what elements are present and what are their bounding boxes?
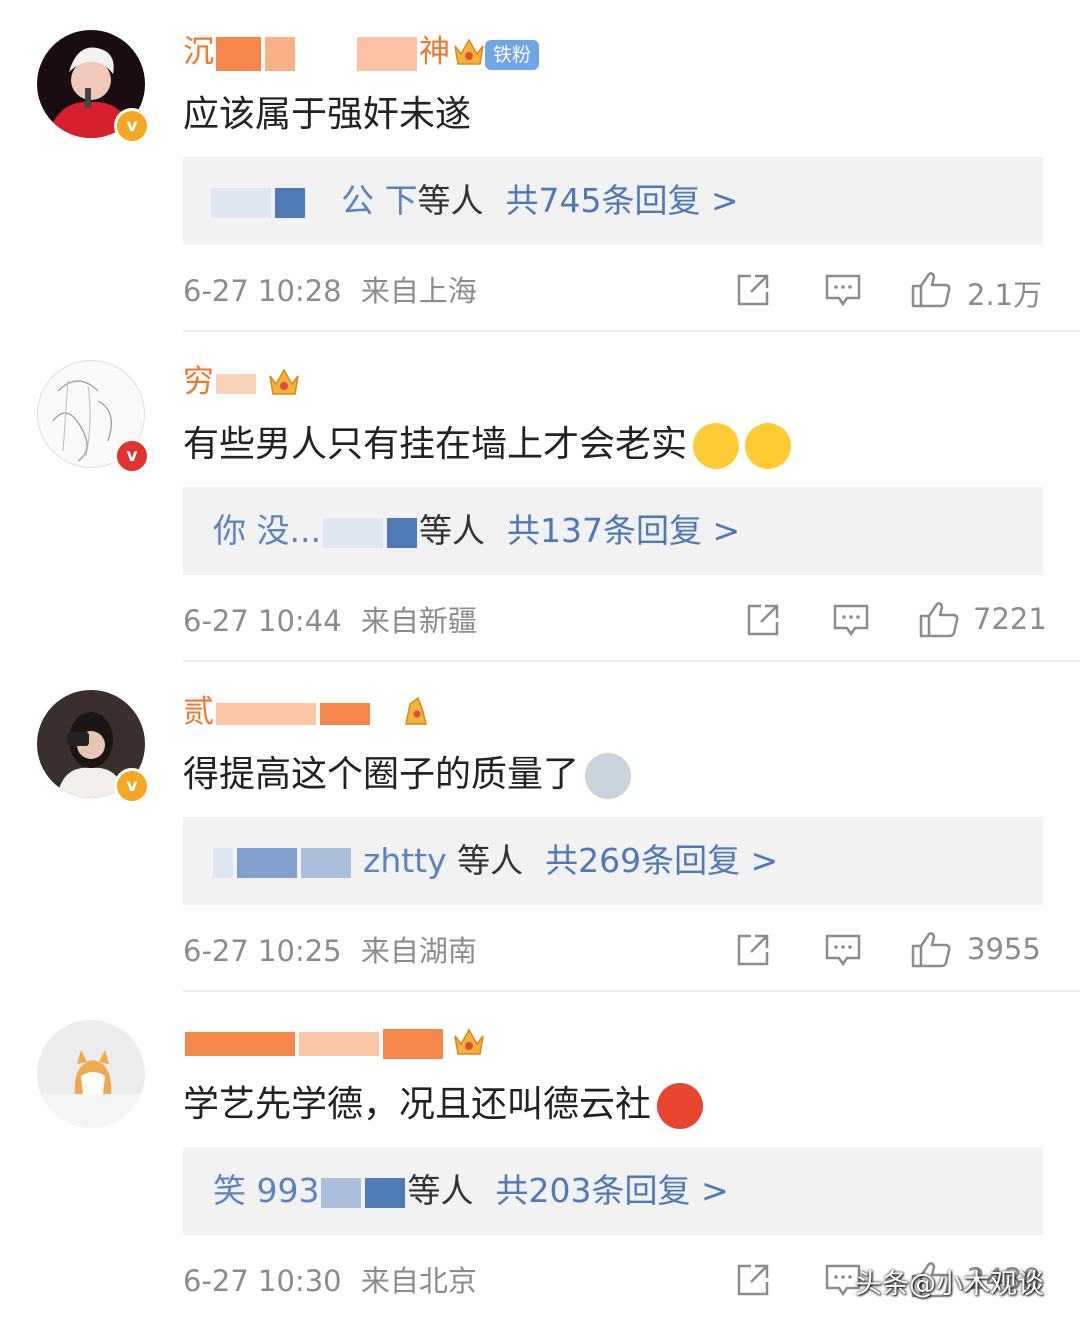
timestamp: 6-27 10:25 xyxy=(183,934,342,968)
verified-badge-icon: v xyxy=(114,438,150,474)
comment-actions: 3955 xyxy=(733,928,1053,972)
crown-icon xyxy=(454,1028,484,1055)
timestamp: 6-27 10:44 xyxy=(183,604,342,638)
reply-preview[interactable]: 笑 993 等人 共203条回复 > xyxy=(183,1147,1043,1235)
reply-count-link[interactable]: 共745条回复 > xyxy=(506,181,739,220)
share-icon[interactable] xyxy=(733,270,773,310)
reply-names[interactable]: zhtty xyxy=(363,841,447,880)
crown-icon xyxy=(269,368,299,395)
comment-item: v 穷 有些男人只有挂在墙上才会老实 你 没... 等人 共137条回复 > 6-2… xyxy=(0,330,1080,660)
comment-meta: 6-27 10:25 来自湖南 xyxy=(183,928,477,970)
username-text: 穷 xyxy=(183,364,214,400)
username-text: 贰 xyxy=(183,694,214,730)
reply-count-link[interactable]: 共269条回复 > xyxy=(545,841,778,880)
share-icon[interactable] xyxy=(733,930,773,970)
timestamp: 6-27 10:28 xyxy=(183,274,342,308)
reply-others: 等人 xyxy=(418,511,485,550)
timestamp: 6-27 10:30 xyxy=(183,1264,342,1298)
husky-emoji-icon xyxy=(585,753,632,799)
comment-text-body: 得提高这个圈子的质量了 xyxy=(183,754,580,795)
like-icon[interactable] xyxy=(909,930,953,970)
reply-names[interactable]: 笑 993 xyxy=(213,1171,319,1210)
comment-icon[interactable] xyxy=(823,930,863,970)
comment-actions: 2.1万 xyxy=(733,268,1053,312)
reply-others: 等人 xyxy=(457,841,524,880)
reply-names[interactable]: 你 没... xyxy=(213,511,321,550)
comment-item: v 贰 得提高这个圈子的质量了 zhtty 等人 共269条回复 > 6-27 1… xyxy=(0,660,1080,990)
reply-preview[interactable]: zhtty 等人 共269条回复 > xyxy=(183,817,1043,905)
location: 来自北京 xyxy=(360,1264,477,1298)
comment-text: 应该属于强奸未遂 xyxy=(183,94,472,135)
laugh-cry-emoji-icon xyxy=(693,423,740,469)
share-icon[interactable] xyxy=(733,1260,773,1300)
reply-count-link[interactable]: 共137条回复 > xyxy=(507,511,740,550)
comment-actions: 7221 xyxy=(733,598,1053,642)
username[interactable]: 穷 xyxy=(183,362,258,402)
comment-item: v 沉 神 沉神 铁粉 应该属于强奸未遂 公 下等人共745条回复 > 6-27… xyxy=(0,0,1080,330)
share-icon[interactable] xyxy=(743,600,783,640)
comment-icon[interactable] xyxy=(823,270,863,310)
crown-icon xyxy=(405,696,427,725)
comment-text-body: 有些男人只有挂在墙上才会老实 xyxy=(183,424,688,465)
reply-others: 等人 xyxy=(417,181,484,220)
location: 来自上海 xyxy=(360,274,477,308)
like-icon[interactable] xyxy=(909,270,953,310)
username[interactable]: 沉 神 沉神 xyxy=(183,32,450,72)
laugh-cry-emoji-icon xyxy=(745,423,792,469)
comment-text: 得提高这个圈子的质量了 xyxy=(183,752,632,799)
comment-meta: 6-27 10:30 来自北京 xyxy=(183,1258,477,1300)
username[interactable]: 贰 xyxy=(183,692,372,732)
location: 来自湖南 xyxy=(360,934,477,968)
comment-text: 有些男人只有挂在墙上才会老实 xyxy=(183,422,792,469)
verified-badge-icon: v xyxy=(114,768,150,804)
fan-badge: 铁粉 xyxy=(485,40,540,70)
comment-text-body: 学艺先学德，况且还叫德云社 xyxy=(183,1084,652,1125)
reply-names[interactable]: 公 下 xyxy=(341,181,418,220)
verified-badge-icon: v xyxy=(114,108,150,144)
avatar[interactable] xyxy=(37,1020,145,1128)
comment-icon[interactable] xyxy=(831,600,871,640)
username[interactable] xyxy=(183,1022,445,1062)
comment-meta: 6-27 10:28 来自上海 xyxy=(183,268,477,310)
watermark: 头条@小木观谈 xyxy=(855,1269,1044,1300)
divider xyxy=(183,990,1080,992)
location: 来自新疆 xyxy=(360,604,477,638)
comment-text: 学艺先学德，况且还叫德云社 xyxy=(183,1082,704,1129)
like-count: 3955 xyxy=(967,932,1041,966)
angry-emoji-icon xyxy=(657,1083,704,1129)
reply-preview[interactable]: 公 下等人 共745条回复 > xyxy=(183,157,1043,245)
divider xyxy=(183,330,1080,332)
like-icon[interactable] xyxy=(917,600,961,640)
comment-meta: 6-27 10:44 来自新疆 xyxy=(183,598,477,640)
reply-others: 等人 xyxy=(407,1171,474,1210)
like-count: 2.1万 xyxy=(967,278,1043,312)
crown-icon xyxy=(454,38,484,65)
reply-count-link[interactable]: 共203条回复 > xyxy=(495,1171,728,1210)
reply-preview[interactable]: 你 没... 等人 共137条回复 > xyxy=(183,487,1043,575)
divider xyxy=(183,660,1080,662)
like-count: 7221 xyxy=(973,602,1047,636)
